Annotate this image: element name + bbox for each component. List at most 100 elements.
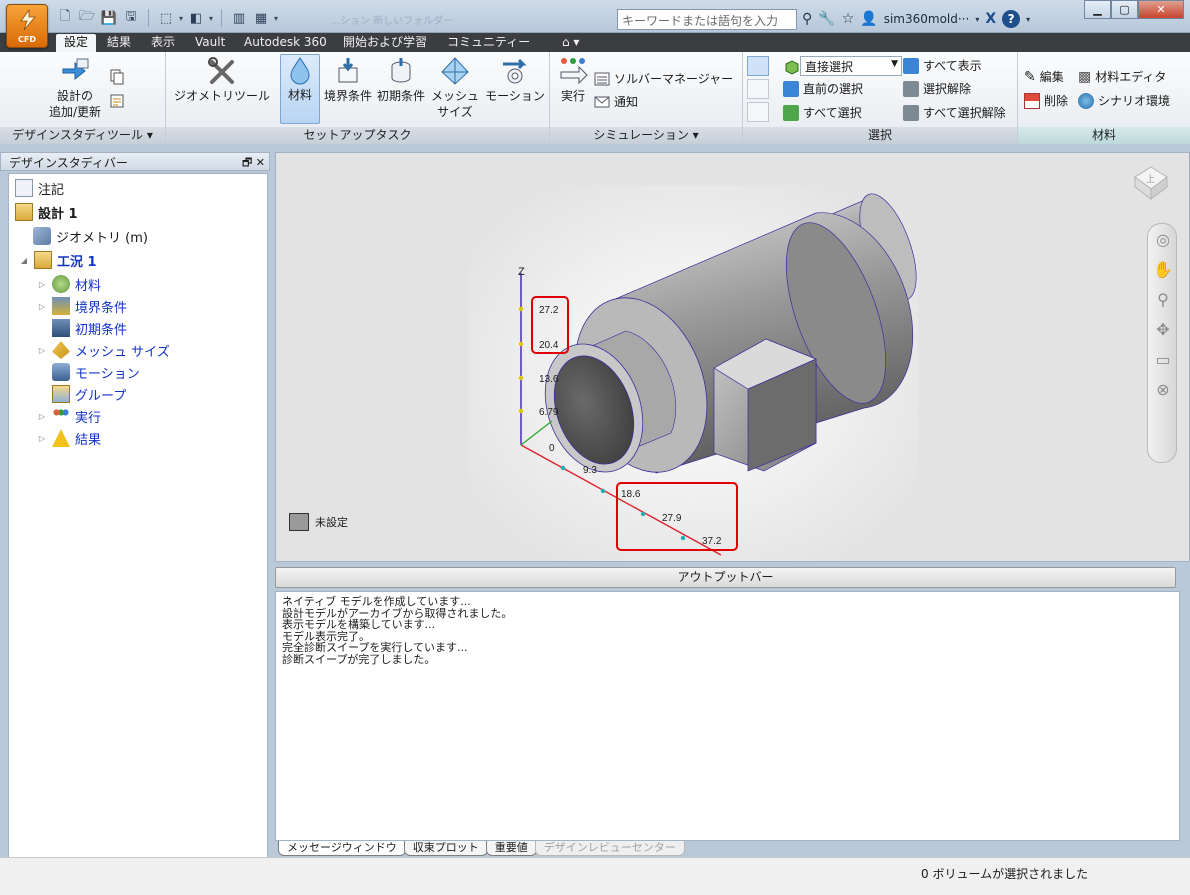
- binoculars-icon[interactable]: ⚲: [802, 11, 812, 27]
- chevron-down-icon[interactable]: ▾: [179, 14, 183, 23]
- tree-item-groups[interactable]: グループ: [52, 384, 126, 404]
- minimize-button[interactable]: ▁: [1084, 0, 1111, 19]
- expand-toggle-icon[interactable]: ▷: [37, 302, 47, 311]
- deselect-all-button[interactable]: すべて選択解除: [903, 104, 1006, 121]
- materials-button[interactable]: 材料: [280, 54, 320, 124]
- x-tick-dot: [600, 488, 606, 494]
- select-cursor-icon[interactable]: ⬚: [157, 9, 175, 27]
- delete-button[interactable]: 削除: [1024, 92, 1068, 109]
- tree-item-design[interactable]: 設計 1: [15, 202, 78, 222]
- simulation-label[interactable]: シミュレーション ▾: [550, 127, 742, 144]
- mesh-size-button[interactable]: メッシュ サイズ: [428, 56, 482, 120]
- star-icon[interactable]: ☆: [842, 11, 855, 27]
- select-mode-surface-button[interactable]: [747, 79, 769, 99]
- tree-item-run[interactable]: ▷ 実行: [37, 406, 101, 426]
- tree-item-boundary-conditions[interactable]: ▷ 境界条件: [37, 296, 127, 316]
- material-editor-button[interactable]: ▩ 材料エディタ: [1078, 68, 1166, 85]
- tab-convergence-plot[interactable]: 収束プロット: [403, 841, 488, 856]
- tab-design-review-center[interactable]: デザインレビューセンター: [534, 841, 685, 856]
- run-button[interactable]: 実行: [554, 56, 592, 104]
- output-bar-header[interactable]: アウトプットバー: [275, 567, 1176, 588]
- tab-view[interactable]: 表示: [143, 34, 183, 52]
- notify-button[interactable]: 通知: [594, 93, 638, 110]
- window-icon[interactable]: ▥: [230, 9, 248, 27]
- pan-hand-icon[interactable]: ✋: [1148, 254, 1178, 284]
- tree-item-label: 工況 1: [57, 254, 97, 270]
- help-icon[interactable]: ?: [1002, 10, 1021, 28]
- model-canvas[interactable]: Z 27.2 20.4 13.6 6.79 0 9.3 18.6 27.9 37…: [276, 153, 1189, 561]
- scenario-environment-button[interactable]: シナリオ環境: [1078, 92, 1170, 109]
- expand-toggle-icon[interactable]: ▷: [37, 346, 47, 355]
- tree-item-scenario[interactable]: ◢ 工況 1: [19, 250, 97, 270]
- deselect-icon: [903, 80, 919, 97]
- orbit-icon[interactable]: ✥: [1148, 314, 1178, 344]
- tab-extra[interactable]: ⌂ ▾: [554, 34, 587, 52]
- edit-button[interactable]: ✎ 編集: [1024, 68, 1064, 85]
- select-all-button[interactable]: すべて選択: [783, 104, 862, 121]
- tab-community[interactable]: コミュニティー: [439, 34, 538, 52]
- select-mode-edge-button[interactable]: [747, 102, 769, 122]
- expand-toggle-icon[interactable]: ▷: [37, 280, 47, 289]
- tab-setup[interactable]: 設定: [56, 34, 97, 52]
- select-mode-volume-button[interactable]: [747, 56, 769, 76]
- maximize-button[interactable]: ▢: [1111, 0, 1138, 19]
- float-icon[interactable]: 🗗: [242, 156, 252, 169]
- expand-toggle-icon[interactable]: ◢: [19, 256, 29, 265]
- save-as-icon[interactable]: 🖫: [122, 9, 140, 27]
- view-cube[interactable]: 上: [1131, 163, 1171, 203]
- zoom-icon[interactable]: ⚲: [1148, 284, 1178, 314]
- design-study-tools-label[interactable]: デザインスタディツール ▾: [0, 127, 165, 144]
- geometry-tools-icon: [208, 57, 234, 84]
- chevron-down-icon[interactable]: ▾: [975, 15, 979, 24]
- user-name[interactable]: sim360mold···: [884, 12, 970, 26]
- geometry-tools-button[interactable]: ジオメトリツール: [170, 56, 274, 104]
- expand-toggle-icon[interactable]: ▷: [37, 434, 47, 443]
- tree-item-geometry[interactable]: ジオメトリ (m): [33, 226, 148, 246]
- center-icon[interactable]: ⊗: [1148, 374, 1178, 404]
- tree-item-initial-conditions[interactable]: 初期条件: [52, 318, 127, 338]
- tree-item-results[interactable]: ▷ 結果: [37, 428, 101, 448]
- close-button[interactable]: ✕: [1138, 0, 1184, 19]
- tab-autodesk-360[interactable]: Autodesk 360: [236, 34, 335, 52]
- quick-access-toolbar: 🗋 🗁 💾 🖫 ⬚ ▾ ◧ ▾ ▥ ▦ ▾: [56, 8, 278, 28]
- initial-conditions-button[interactable]: 初期条件: [374, 56, 428, 104]
- tree-item-materials[interactable]: ▷ 材料: [37, 274, 101, 294]
- cube-view-icon[interactable]: ◧: [187, 9, 205, 27]
- chevron-down-icon[interactable]: ▾: [209, 14, 213, 23]
- tab-results[interactable]: 結果: [99, 34, 139, 52]
- exchange-icon[interactable]: X: [985, 11, 996, 27]
- chevron-down-icon[interactable]: ▾: [1026, 15, 1030, 24]
- copy-icon[interactable]: [108, 68, 126, 86]
- save-icon[interactable]: 💾: [100, 9, 118, 27]
- panel-material: ✎ 編集 削除 ▩ 材料エディタ シナリオ環境 材料: [1018, 52, 1190, 144]
- solver-manager-button[interactable]: ソルバーマネージャー: [594, 70, 733, 87]
- tree-item-notes[interactable]: 注記: [15, 178, 64, 198]
- application-menu-button[interactable]: CFD: [6, 4, 48, 48]
- tab-getting-started[interactable]: 開始および学習: [335, 34, 435, 52]
- close-icon[interactable]: ✕: [256, 156, 265, 169]
- new-file-icon[interactable]: 🗋: [56, 9, 74, 27]
- previous-selection-button[interactable]: 直前の選択: [783, 80, 863, 97]
- tab-message-window[interactable]: メッセージウィンドウ: [278, 841, 406, 856]
- open-folder-icon[interactable]: 🗁: [78, 9, 96, 27]
- chevron-down-icon[interactable]: ▾: [274, 14, 278, 23]
- boundary-conditions-button[interactable]: 境界条件: [322, 56, 374, 104]
- show-all-button[interactable]: すべて表示: [903, 57, 982, 74]
- motion-button[interactable]: モーション: [482, 56, 548, 104]
- wrench-icon[interactable]: 🔧: [818, 11, 835, 27]
- tab-vault[interactable]: Vault: [187, 34, 233, 52]
- look-at-icon[interactable]: ▭: [1148, 344, 1178, 374]
- selection-mode-select[interactable]: 直接選択 ▼: [800, 56, 902, 76]
- status-bar: 0 ボリュームが選択されました: [0, 857, 1190, 895]
- tree-item-mesh-size[interactable]: ▷ メッシュ サイズ: [37, 340, 170, 360]
- deselect-button[interactable]: 選択解除: [903, 80, 971, 97]
- expand-toggle-icon[interactable]: ▷: [37, 412, 47, 421]
- 3d-viewport[interactable]: Z 27.2 20.4 13.6 6.79 0 9.3 18.6 27.9 37…: [275, 152, 1190, 562]
- tree-item-motion[interactable]: モーション: [52, 362, 140, 382]
- notes-icon[interactable]: [108, 92, 126, 110]
- add-update-design-button[interactable]: 設計の 追加/更新: [44, 56, 106, 120]
- search-input[interactable]: キーワードまたは語句を入力: [617, 9, 797, 30]
- grid-icon[interactable]: ▦: [252, 9, 270, 27]
- steering-wheel-icon[interactable]: ◎: [1148, 224, 1178, 254]
- tab-critical-values[interactable]: 重要値: [485, 841, 537, 856]
